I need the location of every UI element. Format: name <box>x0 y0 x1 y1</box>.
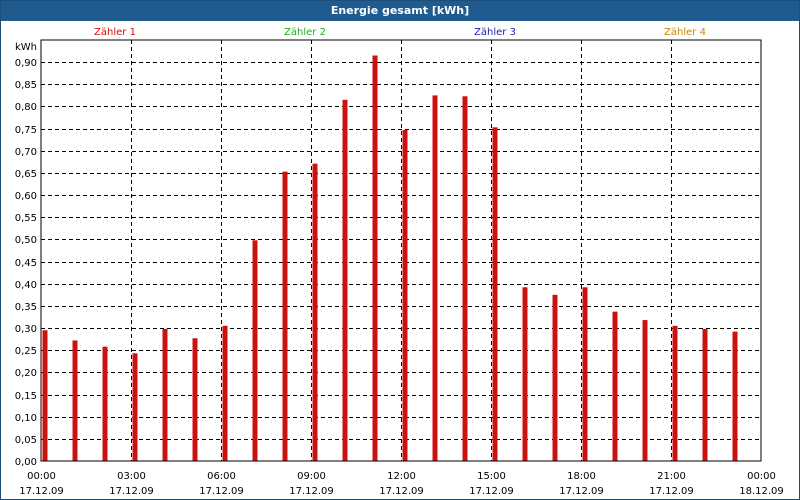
x-tick-date: 17.12.09 <box>109 486 154 497</box>
bar <box>732 331 738 461</box>
bar <box>72 340 78 461</box>
bar <box>372 55 378 461</box>
x-tick-date: 17.12.09 <box>199 486 244 497</box>
bar <box>132 353 138 461</box>
y-tick-label: 0,20 <box>15 368 37 379</box>
y-tick-label: 0,35 <box>15 302 37 313</box>
bar <box>672 325 678 461</box>
legend-item: Zähler 2 <box>284 27 326 38</box>
legend: Zähler 1 Zähler 2 Zähler 3 Zähler 4 <box>94 27 706 38</box>
y-tick-label: 0,75 <box>15 125 37 136</box>
energy-chart: Zähler 1 Zähler 2 Zähler 3 Zähler 4 0,000,0… <box>15 27 784 497</box>
x-tick-date: 17.12.09 <box>559 486 604 497</box>
y-tick-label: 0,80 <box>15 102 37 113</box>
bar <box>492 127 498 461</box>
y-tick-label: 0,65 <box>15 169 37 180</box>
bar <box>252 240 258 461</box>
bar <box>612 311 618 461</box>
bar <box>552 294 558 461</box>
x-axis: 00:00 17.12.09 03:00 17.12.09 06:00 17.12.09 0… <box>19 471 784 497</box>
bar <box>432 95 438 461</box>
bar <box>402 129 408 461</box>
y-tick-label: 0,90 <box>15 58 37 69</box>
x-tick-date: 17.12.09 <box>469 486 514 497</box>
x-tick-date: 17.12.09 <box>649 486 694 497</box>
bar <box>642 320 648 461</box>
grid <box>41 40 761 461</box>
y-tick-label: 0,10 <box>15 413 37 424</box>
bar <box>342 99 348 461</box>
y-tick-label: 0,15 <box>15 391 37 402</box>
bar <box>462 96 468 461</box>
bars <box>42 55 738 461</box>
y-axis-unit: kWh <box>15 42 37 53</box>
x-tick-time: 12:00 <box>387 471 416 482</box>
x-tick-time: 09:00 <box>297 471 326 482</box>
bar <box>312 163 318 461</box>
y-tick-label: 0,50 <box>15 235 37 246</box>
y-tick-label: 0,55 <box>15 213 37 224</box>
y-axis: 0,00 0,05 0,10 0,15 0,20 0,25 0,30 0,35 0,40 0,45… <box>15 42 37 468</box>
legend-item: Zähler 1 <box>94 27 136 38</box>
bar <box>222 325 228 461</box>
y-tick-label: 0,25 <box>15 346 37 357</box>
x-tick-time: 00:00 <box>747 471 776 482</box>
bar <box>102 346 108 461</box>
legend-item: Zähler 3 <box>474 27 516 38</box>
x-tick-date: 17.12.09 <box>289 486 334 497</box>
x-tick-time: 15:00 <box>477 471 506 482</box>
bar <box>582 287 588 461</box>
x-tick-time: 18:00 <box>567 471 596 482</box>
y-tick-label: 0,05 <box>15 435 37 446</box>
x-tick-time: 06:00 <box>207 471 236 482</box>
x-tick-time: 21:00 <box>657 471 686 482</box>
bar <box>522 287 528 461</box>
x-tick-time: 00:00 <box>27 471 56 482</box>
bar <box>42 330 48 461</box>
legend-item: Zähler 4 <box>664 27 706 38</box>
y-tick-label: 0,30 <box>15 324 37 335</box>
bar <box>192 338 198 461</box>
y-tick-label: 0,85 <box>15 80 37 91</box>
bar <box>282 171 288 461</box>
bar <box>162 328 168 461</box>
x-tick-time: 03:00 <box>117 471 146 482</box>
x-tick-date: 18.12.09 <box>739 486 784 497</box>
x-tick-date: 17.12.09 <box>379 486 424 497</box>
y-tick-label: 0,40 <box>15 280 37 291</box>
y-tick-label: 0,70 <box>15 147 37 158</box>
x-tick-date: 17.12.09 <box>19 486 64 497</box>
y-tick-label: 0,00 <box>15 457 37 468</box>
y-tick-label: 0,45 <box>15 258 37 269</box>
bar <box>702 328 708 461</box>
y-tick-label: 0,60 <box>15 191 37 202</box>
